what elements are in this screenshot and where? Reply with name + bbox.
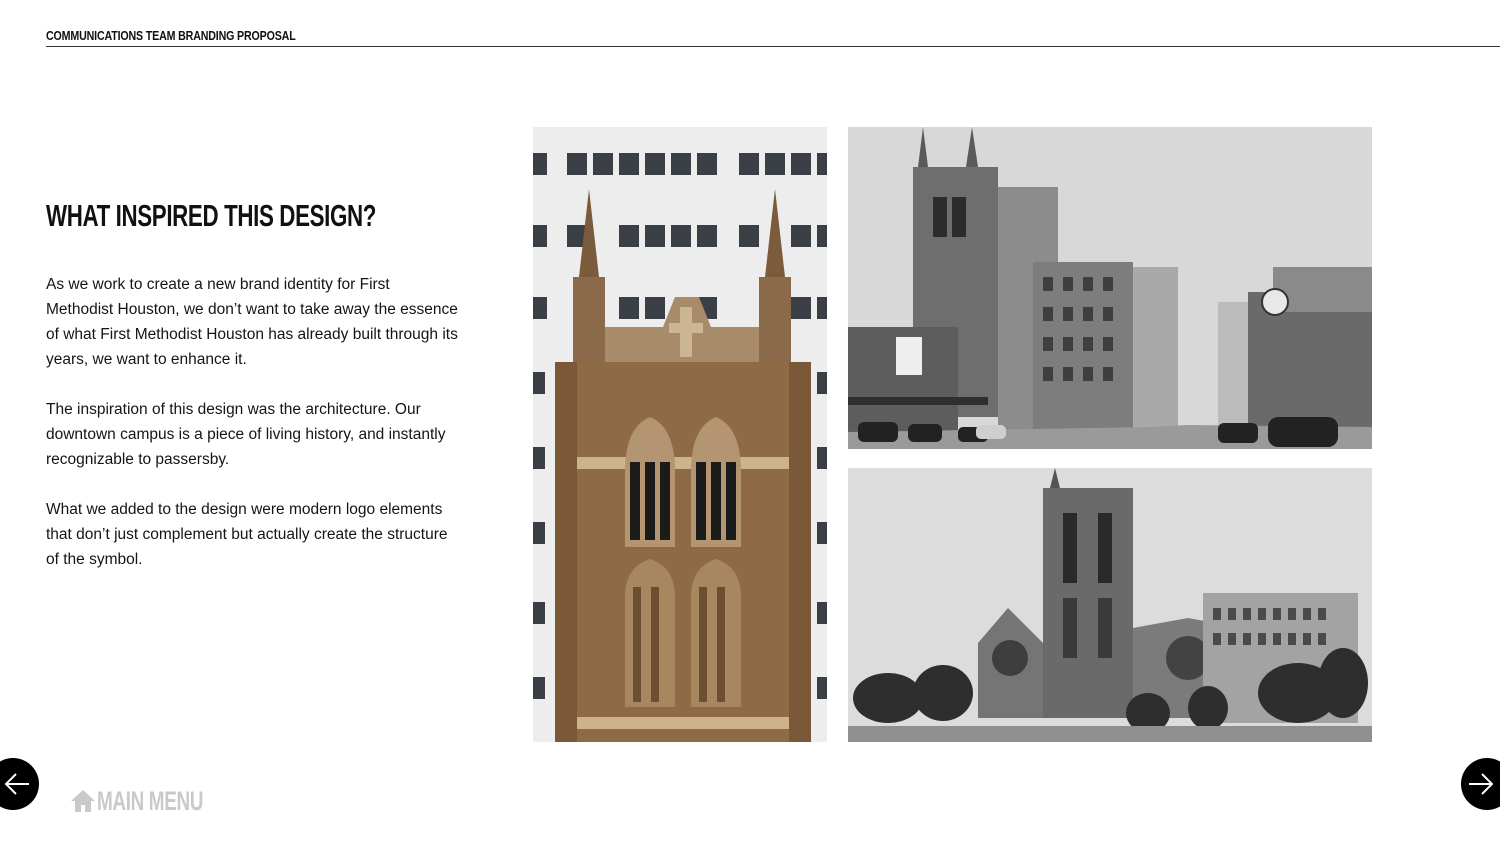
historic-street-photo [848, 127, 1372, 449]
header-divider [46, 46, 1500, 47]
body-text: As we work to create a new brand identit… [46, 272, 458, 597]
next-slide-button[interactable] [1461, 758, 1500, 810]
main-menu-label: MAIN MENU [97, 785, 204, 816]
main-menu-button[interactable]: MAIN MENU [70, 786, 249, 816]
presentation-title: COMMUNICATIONS TEAM BRANDING PROPOSAL [46, 28, 296, 43]
paragraph: The inspiration of this design was the a… [46, 401, 446, 468]
previous-slide-button[interactable] [0, 758, 39, 810]
paragraph: What we added to the design were modern … [46, 501, 448, 568]
historic-church-photo [848, 468, 1372, 742]
paragraph: As we work to create a new brand identit… [46, 276, 458, 368]
arrow-right-icon [1469, 773, 1494, 795]
section-heading: WHAT INSPIRED THIS DESIGN? [46, 198, 376, 233]
arrow-left-icon [4, 773, 29, 795]
home-icon [71, 790, 95, 812]
slide: COMMUNICATIONS TEAM BRANDING PROPOSAL WH… [0, 0, 1500, 844]
church-tower-photo [533, 127, 827, 742]
